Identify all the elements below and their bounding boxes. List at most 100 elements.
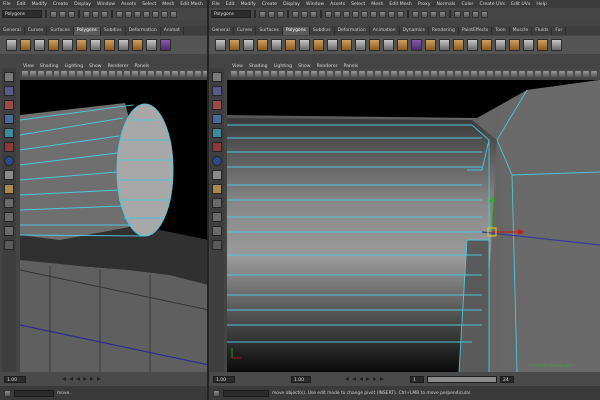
view-tool-icon[interactable] xyxy=(148,71,154,77)
paint-select-icon[interactable] xyxy=(212,100,222,110)
cylinder-icon[interactable] xyxy=(212,184,222,194)
mask-icon[interactable] xyxy=(352,10,359,18)
view-tool-icon[interactable] xyxy=(61,71,68,77)
poly-sphere-icon[interactable] xyxy=(6,39,17,51)
right-viewport[interactable]: X-ref (attr.ModelLayer) xyxy=(227,80,600,372)
bridge-icon[interactable] xyxy=(341,39,352,51)
cut-faces-icon[interactable] xyxy=(481,39,492,51)
poly-cone-icon[interactable] xyxy=(257,39,268,51)
range-slider[interactable] xyxy=(427,375,497,383)
save-scene-icon[interactable] xyxy=(68,10,75,18)
mask-icon[interactable] xyxy=(152,10,159,18)
menu-select[interactable]: Select xyxy=(348,2,368,7)
layout-single-icon[interactable] xyxy=(212,198,222,208)
layout-four-icon[interactable] xyxy=(4,212,14,222)
view-tool-icon[interactable] xyxy=(108,71,115,77)
play-backwards-icon[interactable] xyxy=(76,377,80,381)
command-line[interactable] xyxy=(14,389,54,397)
smooth-icon[interactable] xyxy=(411,39,422,51)
step-forward-icon[interactable] xyxy=(90,377,94,381)
menu-assets[interactable]: Assets xyxy=(118,2,139,7)
panel-menu-shading[interactable]: Shading xyxy=(246,64,271,69)
menu-create[interactable]: Create xyxy=(50,2,71,7)
smooth-icon[interactable] xyxy=(160,39,171,51)
play-backwards-icon[interactable] xyxy=(359,377,363,381)
outliner-icon[interactable] xyxy=(4,226,14,236)
view-tool-icon[interactable] xyxy=(22,71,28,77)
uv-editor-icon[interactable] xyxy=(551,39,562,51)
view-tool-icon[interactable] xyxy=(383,71,389,77)
panel-menu-shading[interactable]: Shading xyxy=(37,64,62,69)
rotate-tool-icon[interactable] xyxy=(212,128,222,138)
menu-file[interactable]: File xyxy=(209,2,223,7)
combine-icon[interactable] xyxy=(90,39,101,51)
poly-cone-icon[interactable] xyxy=(48,39,59,51)
view-tool-icon[interactable] xyxy=(447,71,453,77)
view-tool-icon[interactable] xyxy=(132,71,139,77)
view-tool-icon[interactable] xyxy=(247,71,253,77)
mask-icon[interactable] xyxy=(325,10,332,18)
snap-curve-icon[interactable] xyxy=(421,10,428,18)
tab-surfaces[interactable]: Surfaces xyxy=(256,27,283,35)
view-tool-icon[interactable] xyxy=(231,71,237,77)
menu-proxy[interactable]: Proxy xyxy=(415,2,434,7)
menu-edit[interactable]: Edit xyxy=(223,2,238,7)
tab-subdivs[interactable]: Subdivs xyxy=(310,27,335,35)
view-tool-icon[interactable] xyxy=(263,71,269,77)
menu-create[interactable]: Create xyxy=(259,2,280,7)
range-end-field[interactable]: 24 xyxy=(500,375,514,383)
view-tool-icon[interactable] xyxy=(100,71,107,77)
poly-sphere-icon[interactable] xyxy=(215,39,226,51)
tab-fur[interactable]: Fur xyxy=(552,27,567,35)
append-icon[interactable] xyxy=(355,39,366,51)
view-tool-icon[interactable] xyxy=(559,71,565,77)
select-component-icon[interactable] xyxy=(310,10,317,18)
view-tool-icon[interactable] xyxy=(439,71,445,77)
menu-display[interactable]: Display xyxy=(71,2,94,7)
select-hierarchy-icon[interactable] xyxy=(292,10,299,18)
view-tool-icon[interactable] xyxy=(85,71,91,77)
cylinder-cap[interactable] xyxy=(116,103,174,237)
tab-muscle[interactable]: Muscle xyxy=(510,27,533,35)
sphere-icon[interactable] xyxy=(4,156,14,166)
open-scene-icon[interactable] xyxy=(268,10,275,18)
step-forward-icon[interactable] xyxy=(373,377,377,381)
move-tool-icon[interactable] xyxy=(4,114,14,124)
view-tool-icon[interactable] xyxy=(463,71,469,77)
tab-curves[interactable]: Curves xyxy=(25,27,48,35)
tab-surfaces[interactable]: Surfaces xyxy=(47,27,74,35)
tab-dynamics[interactable]: Dynamics xyxy=(400,27,429,35)
rotate-tool-icon[interactable] xyxy=(4,128,14,138)
current-time-field[interactable]: 1.00 xyxy=(4,375,26,383)
separate-icon[interactable] xyxy=(104,39,115,51)
menu-create-uvs[interactable]: Create UVs xyxy=(476,2,508,7)
split-icon[interactable] xyxy=(369,39,380,51)
append-icon[interactable] xyxy=(146,39,157,51)
tab-deformation[interactable]: Deformation xyxy=(126,27,161,35)
view-tool-icon[interactable] xyxy=(124,71,131,77)
scale-tool-icon[interactable] xyxy=(4,142,14,152)
snap-grid-icon[interactable] xyxy=(412,10,419,18)
mask-icon[interactable] xyxy=(143,10,150,18)
cube-icon[interactable] xyxy=(4,170,14,180)
tab-painteffects[interactable]: PaintEffects xyxy=(459,27,493,35)
select-object-icon[interactable] xyxy=(92,10,99,18)
step-back-icon[interactable] xyxy=(352,377,356,381)
panel-menu-panels[interactable]: Panels xyxy=(341,64,362,69)
mask-icon[interactable] xyxy=(388,10,395,18)
tab-polygons[interactable]: Polygons xyxy=(73,27,101,35)
view-tool-icon[interactable] xyxy=(415,71,421,77)
view-tool-icon[interactable] xyxy=(311,71,317,77)
mask-icon[interactable] xyxy=(134,10,141,18)
new-scene-icon[interactable] xyxy=(50,10,57,18)
selection-arrow-icon[interactable] xyxy=(212,72,222,82)
view-tool-icon[interactable] xyxy=(327,71,333,77)
view-tool-icon[interactable] xyxy=(140,71,146,77)
move-tool-icon[interactable] xyxy=(212,114,222,124)
view-tool-icon[interactable] xyxy=(567,71,573,77)
tab-curves[interactable]: Curves xyxy=(234,27,257,35)
poly-cube-icon[interactable] xyxy=(229,39,240,51)
view-tool-icon[interactable] xyxy=(239,71,245,77)
view-tool-icon[interactable] xyxy=(69,71,76,77)
cylinder-icon[interactable] xyxy=(4,184,14,194)
